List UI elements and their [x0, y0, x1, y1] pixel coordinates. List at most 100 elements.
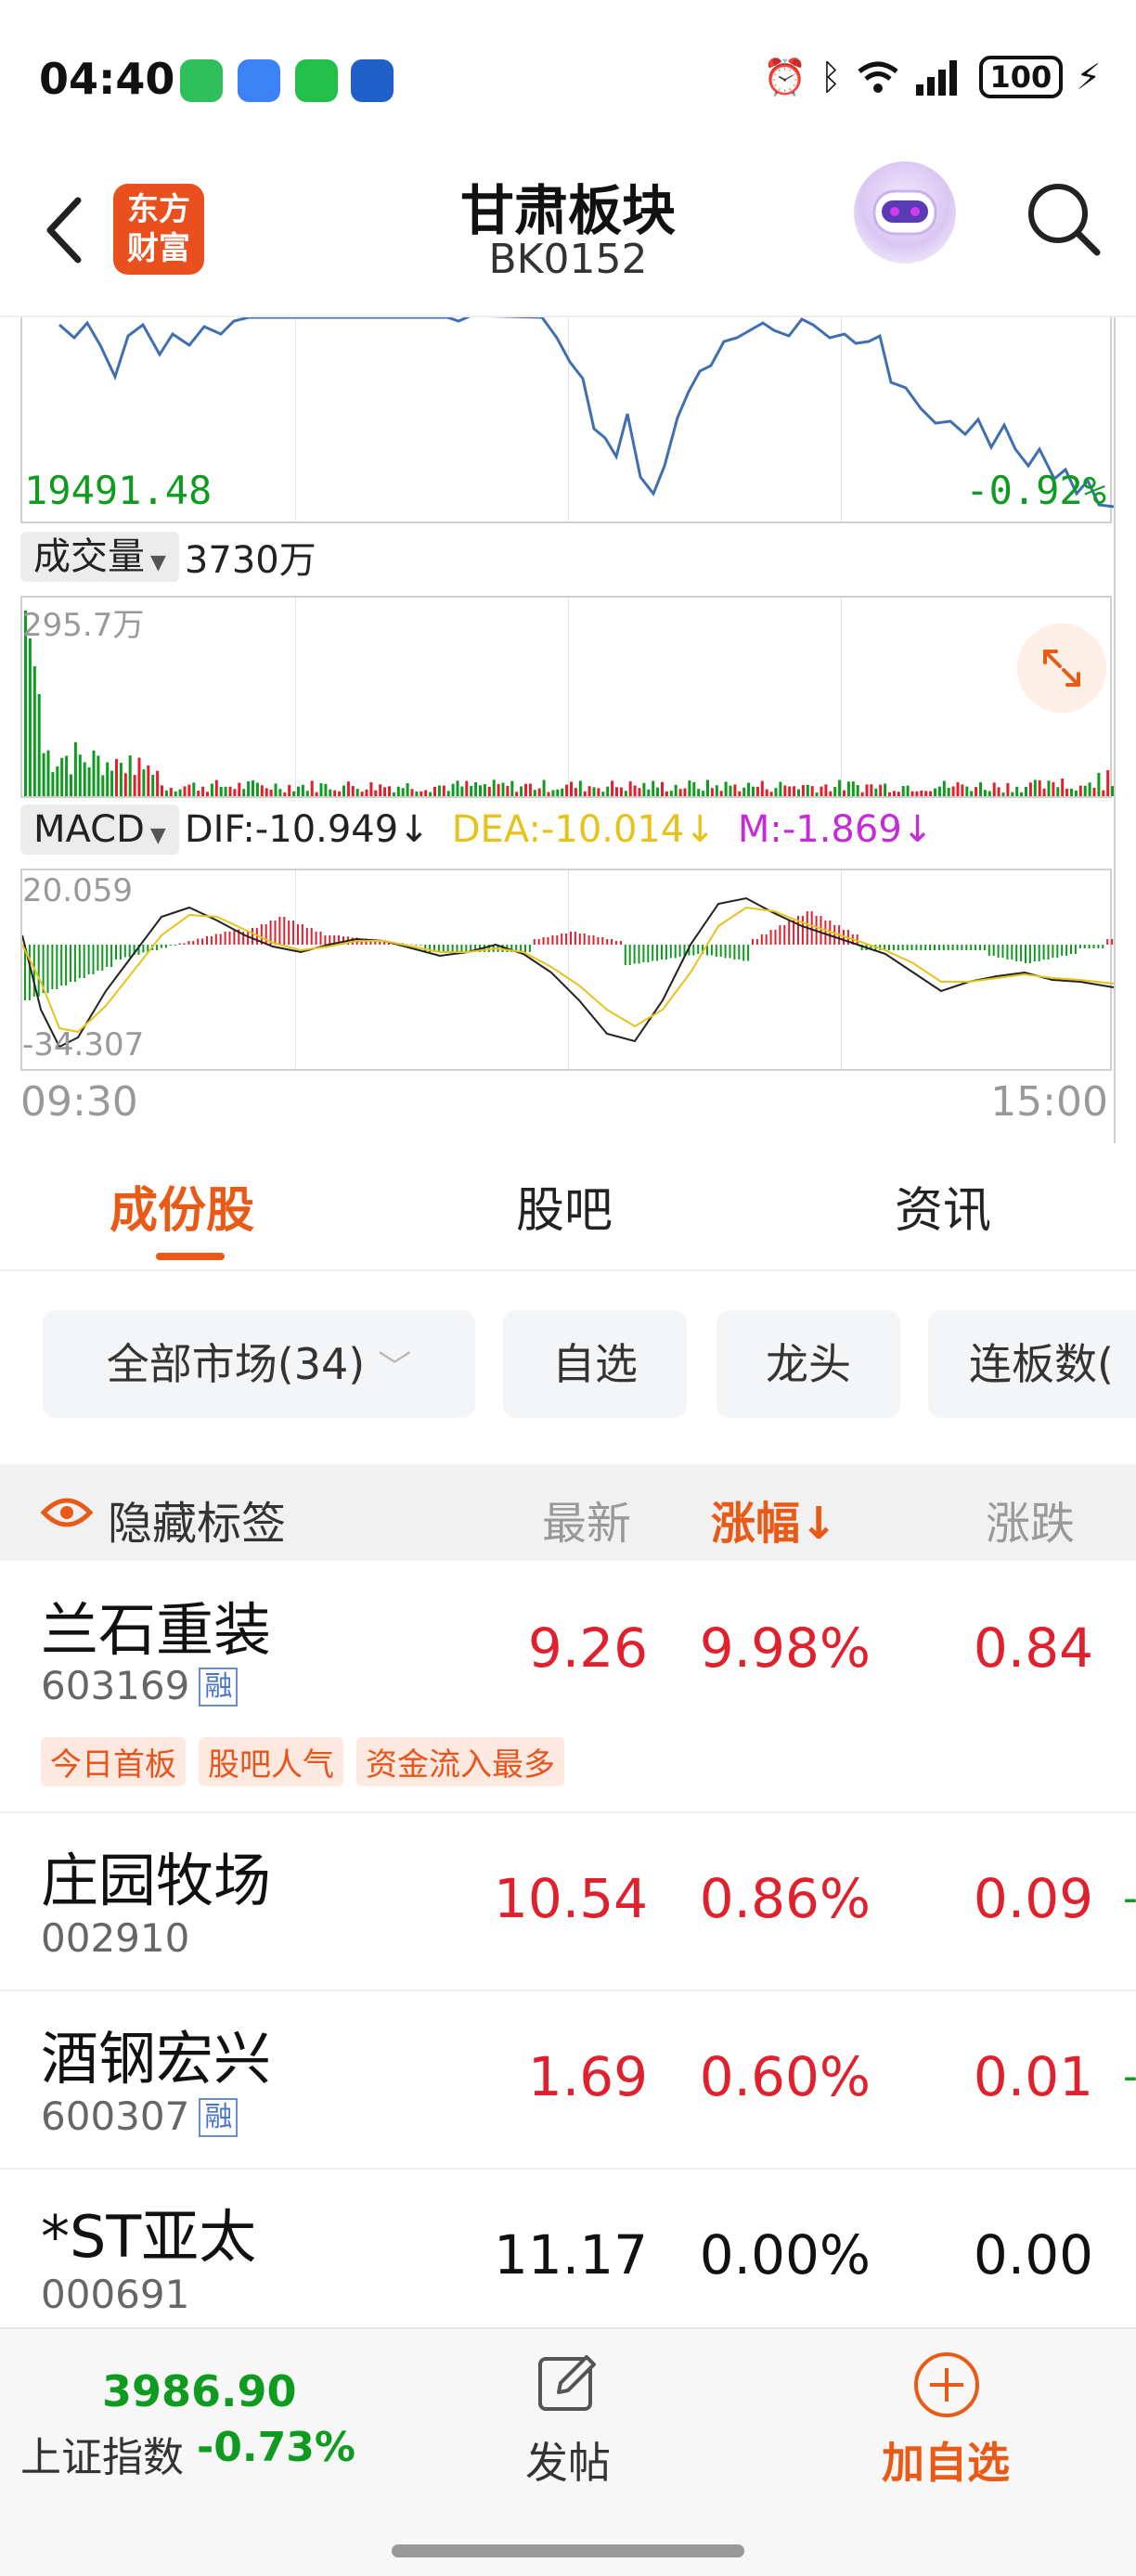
tab-forum[interactable]: 股吧 — [516, 1171, 613, 1241]
volume-bar — [101, 775, 105, 796]
volume-bar — [1042, 788, 1046, 796]
table-row[interactable]: 庄园牧场 002910 10.54 0.86% 0.09 - — [0, 1813, 1136, 1991]
volume-bar — [201, 786, 205, 796]
volume-bar — [597, 788, 600, 796]
column-change[interactable]: 涨跌 — [986, 1487, 1075, 1552]
tag-first-limit-up[interactable]: 今日首板 — [41, 1737, 186, 1786]
edit-post-icon — [538, 2355, 596, 2411]
add-circle-icon — [914, 2352, 979, 2417]
table-row[interactable]: *ST亚太 000691 11.17 0.00% 0.00 — [0, 2170, 1136, 2327]
volume-bar — [255, 782, 259, 796]
time-start-label: 09:30 — [20, 1078, 138, 1126]
volume-bar — [133, 775, 136, 796]
macd-bottom-label: -34.307 — [22, 1026, 145, 1063]
volume-bar — [774, 788, 778, 796]
stock-code: 002910 — [41, 1915, 190, 1961]
column-latest-price[interactable]: 最新 — [542, 1487, 631, 1552]
volume-bar — [470, 786, 473, 796]
table-row[interactable]: 酒钢宏兴 600307融 1.69 0.60% 0.01 - — [0, 1991, 1136, 2170]
macd-lines — [22, 896, 1114, 1049]
volume-bar — [638, 788, 641, 796]
volume-bar — [87, 766, 91, 796]
volume-bar — [319, 783, 323, 796]
volume-bar — [161, 785, 163, 796]
volume-bar — [1070, 789, 1073, 796]
volume-bar — [119, 763, 123, 796]
volume-bar — [374, 790, 378, 796]
volume-bar — [783, 785, 787, 796]
latest-price: 9.26 — [527, 1616, 648, 1680]
tag-forum-popular[interactable]: 股吧人气 — [199, 1737, 343, 1786]
volume-bar — [524, 783, 527, 796]
volume-bar — [1025, 786, 1027, 796]
volume-bar — [706, 779, 709, 796]
filter-leaders[interactable]: 龙头 — [716, 1310, 900, 1418]
price-low-label: 19491.48 — [24, 468, 213, 513]
volume-bar — [142, 769, 146, 796]
volume-bar — [565, 784, 569, 796]
message-app-icon — [238, 59, 280, 102]
eye-icon[interactable] — [41, 1494, 93, 1531]
hide-tags-toggle[interactable]: 隐藏标签 — [108, 1487, 286, 1552]
change-pct: 0.86% — [699, 1867, 871, 1930]
column-change-pct[interactable]: 涨幅↓ — [711, 1487, 837, 1552]
volume-bar — [228, 786, 232, 796]
volume-bar — [624, 791, 627, 796]
volume-selector[interactable]: 成交量 ▼ — [20, 532, 179, 582]
volume-bar — [665, 791, 668, 796]
stock-tags: 今日首板 股吧人气 资金流入最多 — [41, 1737, 564, 1786]
home-indicator[interactable] — [392, 2544, 744, 2557]
volume-bar — [824, 784, 828, 796]
stock-code: 600307 融 — [41, 2093, 239, 2139]
filter-consecutive-limit[interactable]: 连板数( — [928, 1310, 1136, 1418]
status-indicators: ⏰ ᛒ 100 ⚡ — [763, 56, 1101, 98]
volume-bar — [396, 786, 400, 796]
macd-panel: 20.059 -34.307 — [20, 869, 1114, 1071]
change-value: 0.09 — [973, 1867, 1093, 1930]
search-icon[interactable] — [1021, 176, 1104, 260]
volume-bar — [269, 789, 273, 796]
time-end-label: 15:00 — [990, 1078, 1108, 1126]
stock-code: 603169 融 — [41, 1663, 239, 1708]
stock-name: *ST亚太 — [41, 2203, 257, 2271]
margin-badge: 融 — [199, 1668, 239, 1707]
volume-bar — [1083, 785, 1087, 796]
volume-bar — [456, 780, 459, 796]
stock-name: 酒钢宏兴 — [41, 2025, 272, 2093]
volume-bar — [97, 755, 100, 796]
expand-chart-button[interactable] — [1017, 624, 1106, 713]
volume-bar — [283, 792, 287, 796]
volume-bar — [342, 785, 345, 796]
volume-bar — [906, 785, 910, 796]
robot-assistant-icon[interactable] — [854, 161, 956, 264]
volume-bar — [815, 792, 819, 796]
macd-selector[interactable]: MACD ▼ — [20, 805, 179, 855]
volume-bar — [260, 785, 264, 796]
volume-bar — [247, 780, 251, 796]
volume-bar — [997, 787, 1000, 796]
charging-icon: ⚡ — [1076, 57, 1101, 97]
volume-bar — [710, 788, 714, 796]
tab-news[interactable]: 资讯 — [895, 1171, 991, 1241]
intraday-chart[interactable]: 19491.48 -0.92% 成交量 ▼ 3730万 295.7万 MACD ▼ … — [0, 316, 1136, 1143]
volume-bar — [210, 783, 213, 796]
volume-bar — [970, 791, 974, 796]
table-row[interactable]: 兰石重装 603169 融 9.26 9.98% 0.84 今日首板 股吧人气 资… — [0, 1561, 1136, 1813]
m-value: M:-1.869↓ — [737, 808, 934, 851]
tag-top-inflow[interactable]: 资金流入最多 — [356, 1737, 564, 1786]
volume-bar — [692, 781, 696, 796]
tab-components[interactable]: 成份股 — [110, 1171, 254, 1241]
change-pct: 0.60% — [699, 2045, 871, 2108]
volume-bar — [429, 792, 432, 796]
volume-bar — [187, 784, 191, 796]
macd-selector-label: MACD — [33, 808, 145, 851]
volume-bar — [446, 791, 450, 796]
filter-watchlist[interactable]: 自选 — [503, 1310, 687, 1418]
volume-bar — [806, 784, 809, 796]
header: 东方 财富 甘肃板块 BK0152 — [0, 139, 1136, 316]
volume-bar — [292, 791, 296, 796]
volume-bar — [483, 784, 486, 796]
volume-bar — [1047, 780, 1051, 796]
filter-market[interactable]: 全部市场(34) ﹀ — [43, 1310, 475, 1418]
volume-bar — [678, 789, 682, 796]
